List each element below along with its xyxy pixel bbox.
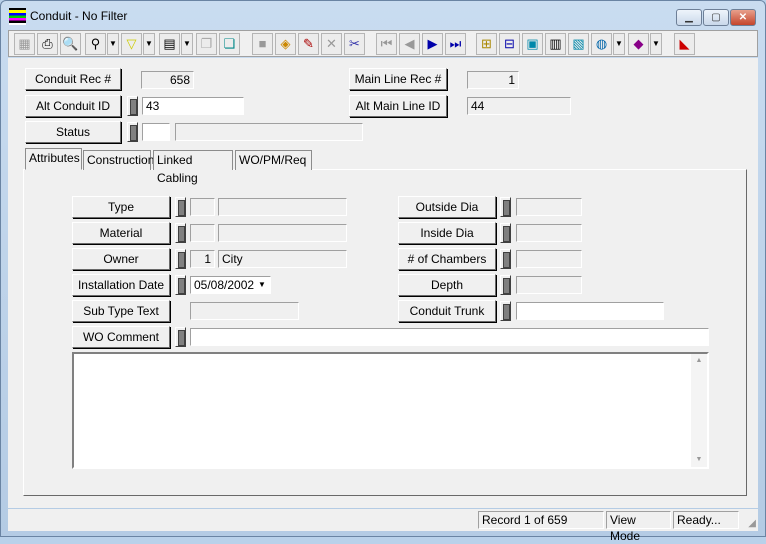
alt-main-line-id-button[interactable]: Alt Main Line ID <box>349 95 447 117</box>
main-line-rec-value: 1 <box>467 71 519 89</box>
type-button[interactable]: Type <box>72 196 170 218</box>
lookup-indicator[interactable] <box>175 197 186 217</box>
outside-dia-value <box>516 198 582 216</box>
preview-icon[interactable]: 🔍 <box>60 33 81 55</box>
record-count: Record 1 of 659 <box>478 511 604 529</box>
lookup-indicator[interactable] <box>175 327 186 347</box>
conduit-rec-button[interactable]: Conduit Rec # <box>25 68 121 90</box>
type-code <box>190 198 215 216</box>
print-icon[interactable]: ⎙ <box>37 33 58 55</box>
status-button[interactable]: Status <box>25 121 121 143</box>
next-record-icon[interactable]: ▶ <box>422 33 443 55</box>
app-icon <box>9 8 26 25</box>
sub-type-text-button[interactable]: Sub Type Text <box>72 300 170 322</box>
lookup-indicator[interactable] <box>500 197 511 217</box>
owner-code: 1 <box>190 250 215 268</box>
book-icon[interactable]: ◆ <box>628 33 649 55</box>
lookup-indicator[interactable] <box>175 223 186 243</box>
tab-wo-pm-req[interactable]: WO/PM/Req <box>235 150 312 170</box>
book-dropdown[interactable]: ▼ <box>650 33 662 55</box>
find-icon[interactable]: ⚲ <box>85 33 106 55</box>
status-code-input[interactable] <box>142 123 170 141</box>
filter-icon[interactable]: ▽ <box>121 33 142 55</box>
new-record-icon[interactable]: ◈ <box>275 33 296 55</box>
grid-icon[interactable]: ▦ <box>14 33 35 55</box>
type-description <box>218 198 347 216</box>
lookup-indicator[interactable] <box>127 96 138 116</box>
report-dropdown[interactable]: ▼ <box>181 33 193 55</box>
filter-dropdown[interactable]: ▼ <box>143 33 155 55</box>
alt-main-line-id-value: 44 <box>467 97 571 115</box>
lookup-indicator[interactable] <box>127 122 138 142</box>
close-button[interactable]: ✕ <box>730 9 756 26</box>
scroll-up-icon[interactable]: ▲ <box>691 354 707 368</box>
depth-button[interactable]: Depth <box>398 274 496 296</box>
conduit-trunk-input[interactable] <box>516 302 664 320</box>
hierarchy-icon[interactable]: ⊟ <box>499 33 520 55</box>
inside-dia-value <box>516 224 582 242</box>
lookup-indicator[interactable] <box>175 249 186 269</box>
conduit-rec-value: 658 <box>141 71 194 89</box>
last-record-icon[interactable]: ⏭ <box>445 33 466 55</box>
window-title: Conduit - No Filter <box>30 9 128 23</box>
edit-icon[interactable]: ✎ <box>298 33 319 55</box>
alt-conduit-id-input[interactable]: 43 <box>142 97 244 115</box>
depth-value <box>516 276 582 294</box>
first-record-icon[interactable]: ⏮ <box>376 33 397 55</box>
report-icon[interactable]: ▤ <box>159 33 180 55</box>
mode-indicator: View Mode <box>606 511 671 543</box>
owner-button[interactable]: Owner <box>72 248 170 270</box>
chart-icon[interactable]: ▧ <box>568 33 589 55</box>
cut-icon[interactable]: ✂ <box>344 33 365 55</box>
lookup-indicator[interactable] <box>500 223 511 243</box>
export-icon[interactable]: ❏ <box>219 33 240 55</box>
chevron-down-icon[interactable]: ▼ <box>255 278 269 292</box>
lookup-indicator[interactable] <box>500 275 511 295</box>
exit-icon[interactable]: ◣ <box>674 33 695 55</box>
installation-date-button[interactable]: Installation Date <box>72 274 170 296</box>
lookup-indicator[interactable] <box>500 301 511 321</box>
toolbar: ▦ ⎙ 🔍 ⚲ ▼ ▽ ▼ ▤ ▼ ❐ ❏ ■ ◈ ✎ ✕ ✂ ⏮ ◀ ▶ ⏭ … <box>8 30 758 57</box>
status-description <box>175 123 363 141</box>
calculator-icon[interactable]: ▥ <box>545 33 566 55</box>
save-icon[interactable]: ■ <box>252 33 273 55</box>
copy-icon[interactable]: ❐ <box>196 33 217 55</box>
inside-dia-button[interactable]: Inside Dia <box>398 222 496 244</box>
minimize-button[interactable]: ▁ <box>676 9 702 26</box>
material-button[interactable]: Material <box>72 222 170 244</box>
lookup-indicator[interactable] <box>175 275 186 295</box>
installation-date-value: 05/08/2002 <box>194 278 255 292</box>
conduit-trunk-button[interactable]: Conduit Trunk <box>398 300 496 322</box>
wo-comment-input[interactable] <box>190 328 709 346</box>
delete-icon[interactable]: ✕ <box>321 33 342 55</box>
status-message: Ready... <box>673 511 739 529</box>
sub-type-text-value <box>190 302 299 320</box>
tab-linked-cabling[interactable]: Linked Cabling <box>153 150 233 185</box>
owner-description: City <box>218 250 347 268</box>
memo-textarea[interactable]: ▲ ▼ <box>72 352 709 469</box>
maximize-button[interactable]: ▢ <box>703 9 729 26</box>
installation-date-picker[interactable]: 05/08/2002 ▼ <box>190 276 271 294</box>
find-dropdown[interactable]: ▼ <box>107 33 119 55</box>
material-code <box>190 224 215 242</box>
outside-dia-button[interactable]: Outside Dia <box>398 196 496 218</box>
lookup-indicator[interactable] <box>500 249 511 269</box>
tree-icon[interactable]: ⊞ <box>476 33 497 55</box>
status-bar: Record 1 of 659 View Mode Ready... ◢ <box>8 509 758 543</box>
tab-attributes[interactable]: Attributes <box>25 148 82 170</box>
alt-conduit-id-button[interactable]: Alt Conduit ID <box>25 95 121 117</box>
globe-icon[interactable]: ◍ <box>591 33 612 55</box>
previous-record-icon[interactable]: ◀ <box>399 33 420 55</box>
main-line-rec-button[interactable]: Main Line Rec # <box>349 68 447 90</box>
tab-construction[interactable]: Construction <box>83 150 154 170</box>
chambers-value <box>516 250 582 268</box>
globe-dropdown[interactable]: ▼ <box>613 33 625 55</box>
memo-scrollbar[interactable]: ▲ ▼ <box>691 354 707 467</box>
material-description <box>218 224 347 242</box>
map-icon[interactable]: ▣ <box>522 33 543 55</box>
wo-comment-button[interactable]: WO Comment <box>72 326 170 348</box>
resize-grip-icon[interactable]: ◢ <box>748 518 756 529</box>
scroll-down-icon[interactable]: ▼ <box>691 453 707 467</box>
chambers-button[interactable]: # of Chambers <box>398 248 496 270</box>
